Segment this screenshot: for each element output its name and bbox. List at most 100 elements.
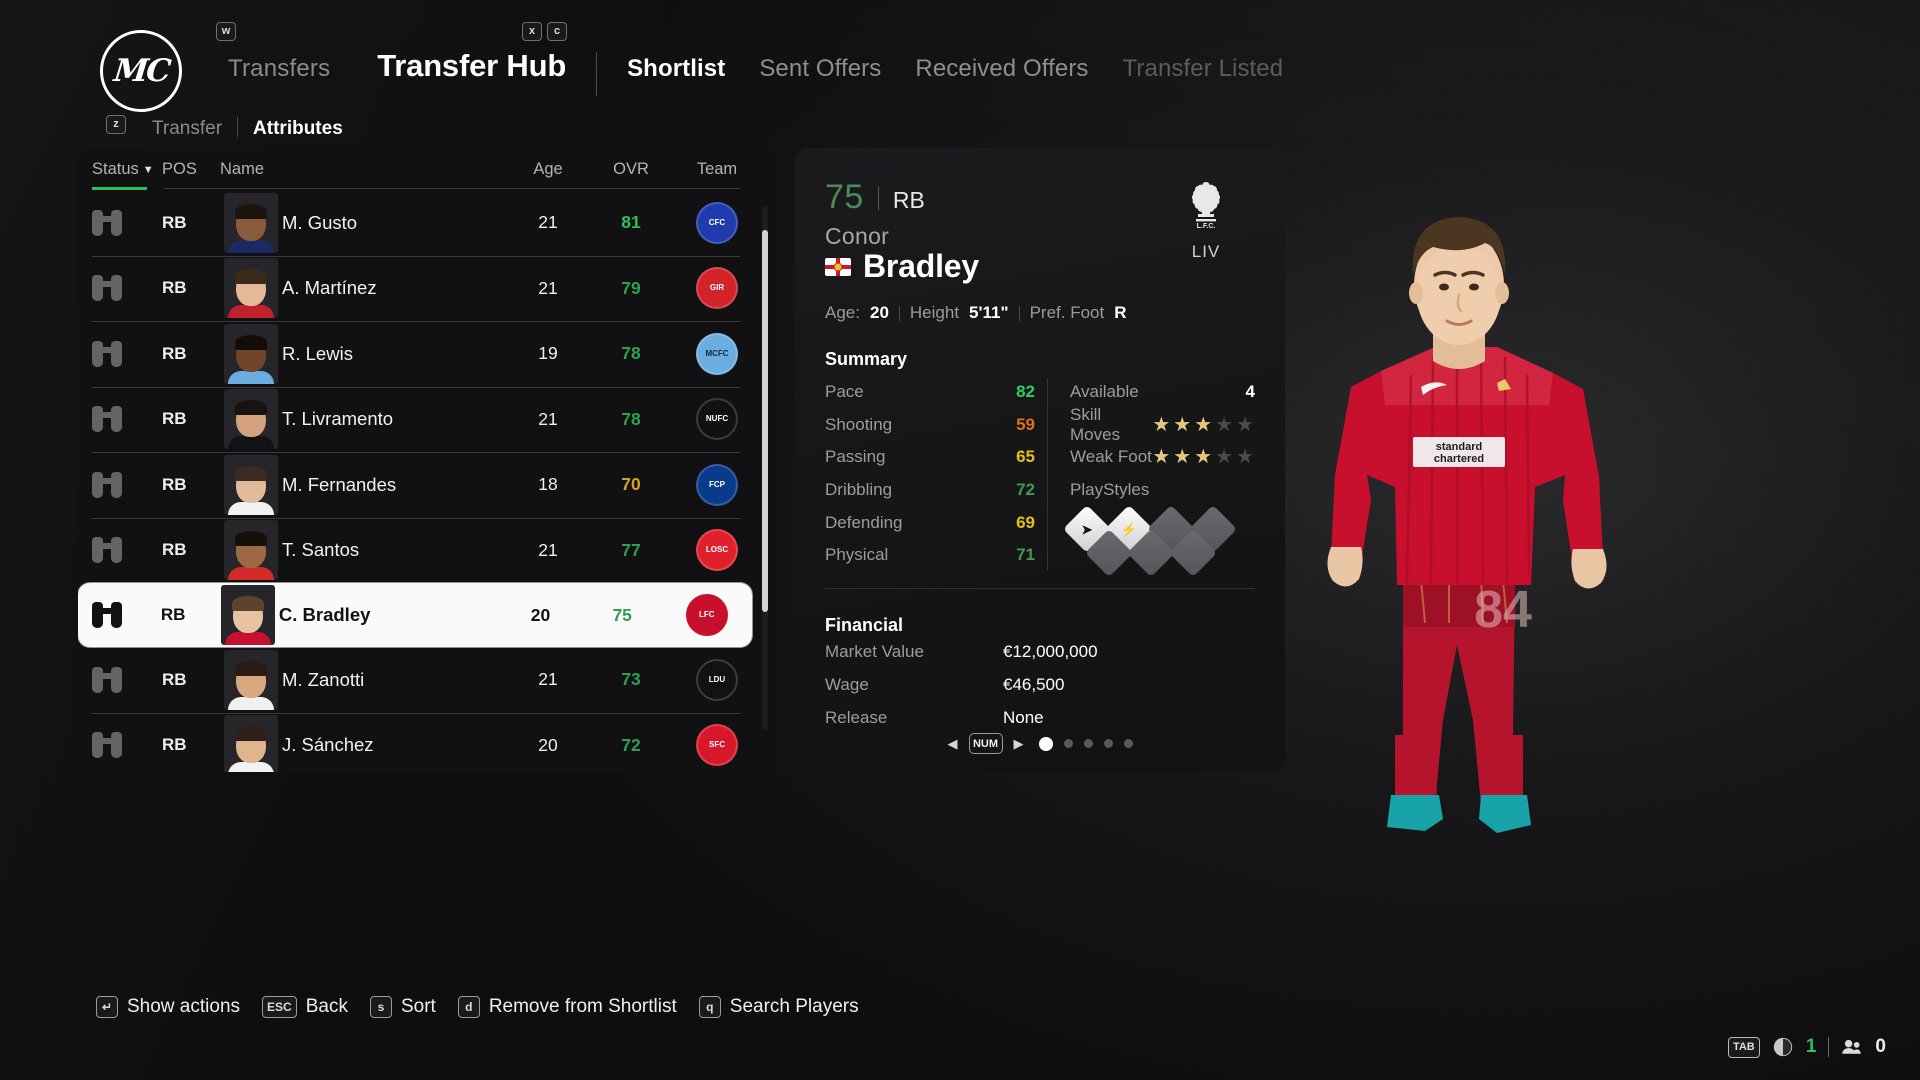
column-header-pos[interactable]: POS <box>162 160 220 179</box>
table-row[interactable]: RB M. Gusto 21 81 CFC <box>78 190 776 256</box>
available-value: 4 <box>1245 382 1255 402</box>
column-header-name[interactable]: Name <box>220 160 505 179</box>
club-logo: MC <box>100 30 182 112</box>
row-position: RB <box>162 343 187 363</box>
available-row: Available 4 <box>1070 376 1255 409</box>
row-ovr: 78 <box>621 343 641 364</box>
row-status-cell[interactable] <box>92 340 162 367</box>
star-icon: ★ <box>1173 446 1193 469</box>
table-row[interactable]: RB C. Bradley 20 75 LFC <box>78 583 752 647</box>
playstyles-row-2 <box>1084 529 1220 578</box>
pager-key-hint[interactable]: NUM <box>968 733 1003 754</box>
app-header: MC w x c z Transfers Transfer Hub Shortl… <box>0 0 1920 139</box>
list-scrollbar[interactable] <box>762 206 768 730</box>
tab-received-offers[interactable]: Received Offers <box>915 55 1088 83</box>
row-status-cell[interactable] <box>92 602 161 628</box>
row-player-name: M. Zanotti <box>282 668 365 690</box>
action-hint[interactable]: d Remove from Shortlist <box>457 996 677 1018</box>
row-status-cell[interactable] <box>92 471 162 498</box>
detail-pager[interactable]: ◀ NUM ▶ <box>795 733 1285 754</box>
player-portrait <box>224 520 278 581</box>
club-crest-icon: LOSC <box>696 529 738 572</box>
table-row[interactable]: RB T. Livramento 21 78 NUFC <box>78 386 776 453</box>
action-hint-bar: ↵ Show actions ESC Back s Sort d Remove from Sh… <box>96 996 859 1018</box>
pager-dot[interactable] <box>1038 736 1053 751</box>
table-row[interactable]: RB M. Zanotti 21 73 LDU <box>78 647 776 713</box>
row-status-cell[interactable] <box>92 406 162 433</box>
star-icon: ★ <box>1194 446 1214 469</box>
action-hint[interactable]: q Search Players <box>698 996 859 1018</box>
pager-right-arrow-icon[interactable]: ▶ <box>1014 736 1024 752</box>
player-last-name: Bradley <box>863 248 979 284</box>
player-detail-card: L.F.C. LIV 75 RB Conor Bradley Age: 20 H… <box>795 148 1285 772</box>
action-hint[interactable]: ESC Back <box>262 996 348 1018</box>
hint-key[interactable]: q <box>698 996 721 1018</box>
row-position: RB <box>162 409 187 429</box>
club-crest-icon: LDU <box>696 658 738 701</box>
table-row[interactable]: RB J. Sánchez 20 72 SFC <box>78 712 776 772</box>
subtab-transfer[interactable]: Transfer <box>152 118 222 140</box>
star-icon: ★ <box>1236 413 1255 436</box>
action-hint[interactable]: ↵ Show actions <box>96 996 240 1018</box>
scrollbar-thumb[interactable] <box>762 230 768 612</box>
column-header-status[interactable]: Status ▼ <box>92 160 162 179</box>
binoculars-icon <box>92 340 122 367</box>
speaker-icon[interactable] <box>1772 1036 1794 1058</box>
header-nav-row: Transfers Transfer Hub Shortlist Sent Of… <box>228 48 1283 96</box>
pager-dot[interactable] <box>1063 739 1073 748</box>
table-row[interactable]: RB M. Fernandes 18 70 FCP <box>78 452 776 518</box>
hint-key[interactable]: ESC <box>262 996 297 1018</box>
key-hint-tab[interactable]: TAB <box>1727 1036 1760 1058</box>
financial-row: Market Value €12,000,000 <box>825 636 1255 669</box>
row-player-name: T. Livramento <box>282 408 394 430</box>
star-icon: ★ <box>1236 446 1255 469</box>
hint-key[interactable]: ↵ <box>96 996 118 1018</box>
player-portrait <box>224 323 278 384</box>
row-status-cell[interactable] <box>92 275 162 302</box>
hint-key[interactable]: s <box>369 996 392 1018</box>
row-player-face <box>220 258 282 319</box>
pager-dot[interactable] <box>1083 739 1093 748</box>
table-row[interactable]: RB T. Santos 21 77 LOSC <box>78 517 776 584</box>
tab-shortlist[interactable]: Shortlist <box>627 55 725 83</box>
action-hint[interactable]: s Sort <box>369 996 436 1018</box>
attribute-label: Defending <box>825 512 903 532</box>
pager-left-arrow-icon[interactable]: ◀ <box>948 736 958 752</box>
table-row[interactable]: RB R. Lewis 19 78 MCFC <box>78 321 776 387</box>
binoculars-icon <box>92 471 122 498</box>
row-team: MCFC <box>671 332 763 375</box>
column-header-team[interactable]: Team <box>671 160 763 179</box>
column-header-age[interactable]: Age <box>505 160 591 179</box>
player-portrait <box>224 715 278 772</box>
table-row[interactable]: RB A. Martínez 21 79 GIR <box>78 255 776 322</box>
hint-key[interactable]: d <box>457 996 480 1018</box>
row-team: SFC <box>671 724 763 767</box>
attribute-value: 65 <box>1016 447 1035 467</box>
breadcrumb-transfers[interactable]: Transfers <box>228 55 330 83</box>
key-hint-transfers[interactable]: w <box>216 22 236 41</box>
key-hint-subtabs[interactable]: z <box>106 115 126 134</box>
row-status-cell[interactable] <box>92 666 162 693</box>
weak-foot-row: Weak Foot ★ ★ ★ ★ ★ <box>1070 441 1255 474</box>
row-ovr: 77 <box>621 539 641 560</box>
row-ovr: 79 <box>621 277 641 298</box>
list-header-row: Status ▼ POS Name Age OVR Team <box>78 148 776 190</box>
key-hint-shortlist[interactable]: x <box>522 22 542 41</box>
club-monogram: MC <box>111 53 171 89</box>
column-header-ovr[interactable]: OVR <box>591 160 671 179</box>
skill-moves-label: Skill Moves <box>1070 404 1121 444</box>
row-status-cell[interactable] <box>92 209 162 236</box>
key-hint-sent-offers[interactable]: c <box>547 22 567 41</box>
row-status-cell[interactable] <box>92 732 162 759</box>
star-icon: ★ <box>1215 446 1235 469</box>
financial-title: Financial <box>825 614 904 635</box>
row-status-cell[interactable] <box>92 537 162 564</box>
attribute-value: 72 <box>1016 480 1035 500</box>
subtab-attributes[interactable]: Attributes <box>253 118 343 140</box>
pager-dot[interactable] <box>1103 739 1113 748</box>
row-position: RB <box>162 278 187 298</box>
tab-sent-offers[interactable]: Sent Offers <box>759 55 881 83</box>
star-icon: ★ <box>1152 413 1172 436</box>
svg-text:84: 84 <box>1474 581 1532 639</box>
pager-dot[interactable] <box>1123 739 1133 748</box>
